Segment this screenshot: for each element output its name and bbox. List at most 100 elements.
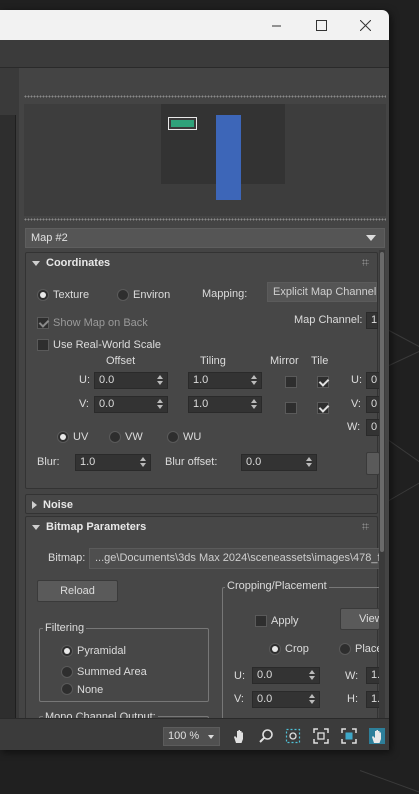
- v-offset-spinner[interactable]: 0.0: [94, 396, 168, 413]
- noise-header[interactable]: Noise: [26, 495, 377, 515]
- toolbar-row: [0, 40, 389, 68]
- crop-v-spinner[interactable]: 0.0: [252, 691, 320, 708]
- coordinates-header[interactable]: Coordinates: [26, 253, 377, 273]
- pan-zoom-icon[interactable]: [369, 728, 385, 744]
- bitmap-path-button[interactable]: ...ge\Documents\3ds Max 2024\sceneassets…: [89, 548, 380, 569]
- blur-offset-spinner[interactable]: 0.0: [241, 454, 317, 471]
- real-world-scale-label: Use Real-World Scale: [53, 339, 162, 351]
- zoom-extents-icon[interactable]: [313, 728, 329, 744]
- crop-u-value: 0.0: [257, 669, 273, 681]
- spinner-arrows-icon[interactable]: [306, 457, 313, 468]
- angle-u-spinner[interactable]: 0: [366, 372, 380, 389]
- zoom-region-icon[interactable]: [285, 728, 301, 744]
- crop-w-spinner[interactable]: 1.: [366, 667, 380, 684]
- vw-label: VW: [125, 431, 143, 443]
- scrollbar-thumb[interactable]: [380, 252, 384, 552]
- blur-spinner[interactable]: 1.0: [75, 454, 151, 471]
- summed-area-radio[interactable]: [61, 666, 73, 678]
- tile-header: Tile: [311, 355, 329, 367]
- wu-label: WU: [183, 431, 202, 443]
- zoom-dropdown[interactable]: 100 %: [163, 727, 220, 746]
- crop-h-label: H:: [347, 693, 358, 705]
- zoom-value: 100 %: [168, 730, 200, 742]
- apply-label: Apply: [271, 615, 299, 627]
- zoom-magnifier-icon[interactable]: [258, 728, 274, 744]
- drag-grip-icon[interactable]: [362, 523, 369, 530]
- v-tiling-spinner[interactable]: 1.0: [188, 396, 262, 413]
- spinner-arrows-icon[interactable]: [157, 375, 164, 386]
- crop-v-label: V:: [234, 693, 244, 705]
- real-world-scale-checkbox[interactable]: [37, 339, 49, 351]
- title-bar: [0, 10, 389, 40]
- spinner-arrows-icon[interactable]: [309, 694, 316, 705]
- preview-selection-swatch[interactable]: [168, 117, 197, 130]
- spinner-arrows-icon[interactable]: [157, 399, 164, 410]
- place-radio[interactable]: [339, 643, 351, 655]
- v-tiling-value: 1.0: [193, 398, 209, 410]
- angle-v-spinner[interactable]: 0: [366, 396, 380, 413]
- crop-v-value: 0.0: [257, 693, 273, 705]
- pyramidal-radio[interactable]: [61, 645, 73, 657]
- reload-button[interactable]: Reload: [37, 580, 118, 602]
- angle-w-spinner[interactable]: 0: [366, 419, 380, 436]
- v-tile-checkbox[interactable]: [317, 402, 329, 414]
- minimize-button[interactable]: [257, 10, 295, 40]
- u-offset-spinner[interactable]: 0.0: [94, 372, 168, 389]
- crop-label: Crop: [285, 643, 309, 655]
- bitmap-parameters-header[interactable]: Bitmap Parameters: [26, 517, 377, 537]
- map-channel-spinner[interactable]: 1: [366, 312, 378, 329]
- tiling-header: Tiling: [200, 355, 226, 367]
- splitter-top[interactable]: [24, 95, 386, 98]
- environ-radio[interactable]: [117, 289, 129, 301]
- close-button[interactable]: [346, 10, 384, 40]
- bitmap-label: Bitmap:: [48, 552, 86, 564]
- wu-radio[interactable]: [167, 431, 179, 443]
- place-label: Place: [355, 643, 380, 655]
- apply-checkbox[interactable]: [255, 615, 267, 627]
- noise-rollout: Noise: [25, 494, 378, 514]
- texture-radio[interactable]: [37, 289, 49, 301]
- u-tile-checkbox[interactable]: [317, 376, 329, 388]
- splitter-bottom[interactable]: [24, 218, 386, 221]
- spinner-arrows-icon[interactable]: [309, 670, 316, 681]
- none-label: None: [77, 684, 104, 696]
- v-label: V:: [79, 398, 89, 410]
- spinner-arrows-icon[interactable]: [140, 457, 147, 468]
- spinner-arrows-icon[interactable]: [251, 399, 258, 410]
- preview-highlight: [216, 115, 241, 200]
- minimize-icon: [271, 25, 281, 26]
- maximize-button[interactable]: [302, 10, 340, 40]
- filtering-title: Filtering: [43, 622, 87, 634]
- map-name-dropdown[interactable]: Map #2: [25, 228, 385, 248]
- u-label: U:: [79, 374, 90, 386]
- pyramidal-label: Pyramidal: [77, 645, 126, 657]
- view-image-button[interactable]: View: [340, 608, 380, 630]
- mirror-header: Mirror: [270, 355, 299, 367]
- show-map-on-back-checkbox[interactable]: [37, 317, 49, 329]
- close-icon: [359, 19, 371, 31]
- none-radio[interactable]: [61, 683, 73, 695]
- v-offset-value: 0.0: [99, 398, 115, 410]
- v-mirror-checkbox[interactable]: [285, 402, 297, 414]
- blur-value: 1.0: [80, 456, 96, 468]
- drag-grip-icon[interactable]: [362, 259, 369, 266]
- pan-hand-icon[interactable]: [231, 728, 247, 744]
- crop-w-label: W:: [345, 670, 359, 682]
- zoom-selected-icon[interactable]: [341, 728, 357, 744]
- vw-radio[interactable]: [109, 431, 121, 443]
- rotate-button[interactable]: [366, 452, 380, 475]
- crop-h-spinner[interactable]: 1.: [366, 691, 380, 708]
- u-mirror-checkbox[interactable]: [285, 376, 297, 388]
- blur-label: Blur:: [37, 456, 60, 468]
- crop-u-spinner[interactable]: 0.0: [252, 667, 320, 684]
- mapping-select[interactable]: Explicit Map Channel: [267, 282, 377, 302]
- uv-radio[interactable]: [57, 431, 69, 443]
- u-tiling-spinner[interactable]: 1.0: [188, 372, 262, 389]
- crop-u-label: U:: [234, 670, 245, 682]
- node-view-canvas[interactable]: [0, 115, 16, 718]
- spinner-arrows-icon[interactable]: [251, 375, 258, 386]
- crop-radio[interactable]: [269, 643, 281, 655]
- summed-area-label: Summed Area: [77, 666, 147, 678]
- coordinates-title: Coordinates: [46, 257, 111, 269]
- chevron-down-icon: [366, 235, 376, 241]
